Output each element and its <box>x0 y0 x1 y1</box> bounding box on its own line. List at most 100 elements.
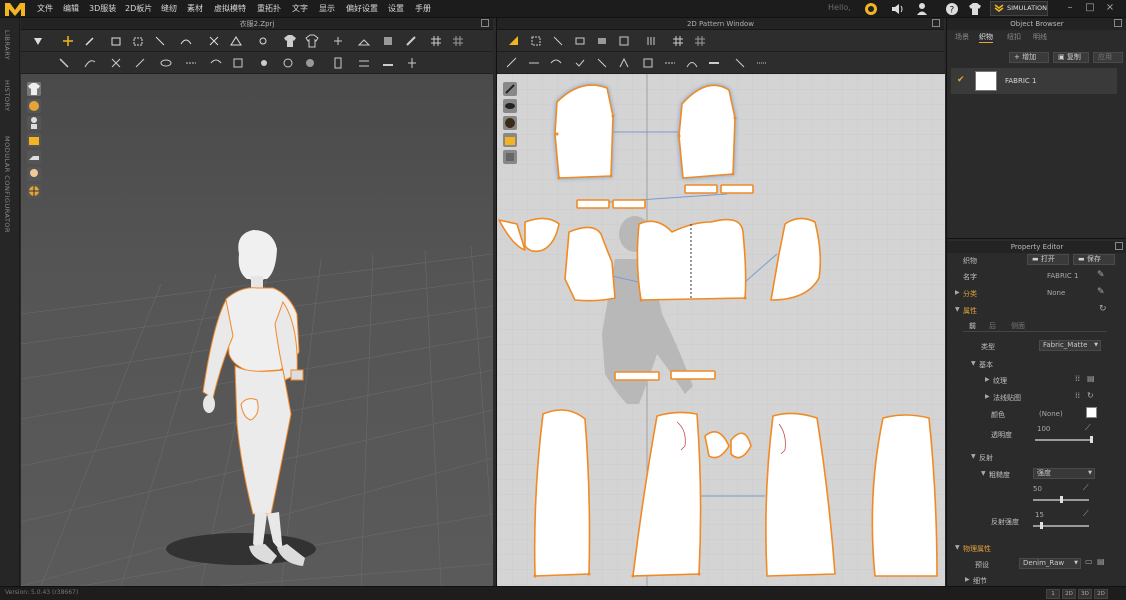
grid-2d-icon[interactable] <box>671 34 685 48</box>
tab-buttons[interactable]: 纽扣 <box>1007 32 1021 43</box>
add-fabric-button[interactable]: + 增加 <box>1009 52 1049 63</box>
align-icon[interactable] <box>405 56 419 70</box>
edit-category-icon[interactable]: ✎ <box>1097 287 1105 297</box>
type-dropdown[interactable]: Fabric_Matte ▼ <box>1039 340 1101 351</box>
copy-fabric-button[interactable]: ▣ 复制 <box>1053 52 1089 63</box>
edit-curve-icon[interactable] <box>83 56 97 70</box>
sew-2d-icon[interactable] <box>505 56 519 70</box>
tab-topstitch[interactable]: 明线 <box>1033 32 1047 43</box>
view-layout-2d-button[interactable]: 2D <box>1062 589 1076 599</box>
pattern-view-pen-icon[interactable] <box>503 82 517 96</box>
texture-delete-icon[interactable]: ▤ <box>1087 374 1095 383</box>
tab-scene[interactable]: 场景 <box>955 32 969 43</box>
app-logo-icon[interactable] <box>3 0 27 18</box>
dart-icon[interactable] <box>663 56 677 70</box>
cut-icon[interactable] <box>109 56 123 70</box>
free-sew-icon[interactable] <box>549 56 563 70</box>
expand-texture-icon[interactable]: ▶ <box>985 376 990 383</box>
expand-detail-icon[interactable]: ▶ <box>965 576 970 583</box>
normal-refresh-icon[interactable]: ↻ <box>1087 391 1094 400</box>
topstitch-2d-icon[interactable] <box>755 56 769 70</box>
view-avatar-icon[interactable] <box>27 116 41 130</box>
pattern-view-info-icon[interactable] <box>503 116 517 130</box>
menu-3d-garment[interactable]: 3D服装 <box>89 3 116 14</box>
notch-icon[interactable] <box>733 56 747 70</box>
tab-front[interactable]: 前 <box>969 321 976 331</box>
arrange-icon[interactable] <box>331 34 345 48</box>
menu-settings[interactable]: 设置 <box>388 3 404 14</box>
button-tool-icon[interactable] <box>257 56 271 70</box>
collapse-basic-icon[interactable]: ▼ <box>971 360 976 367</box>
hanger-icon[interactable] <box>357 34 371 48</box>
menu-materials[interactable]: 素材 <box>187 3 203 14</box>
texture-grid-icon[interactable]: ⁞⁞ <box>1075 374 1080 383</box>
garment-fit-icon[interactable] <box>305 34 319 48</box>
select-point-icon[interactable] <box>57 56 71 70</box>
normal-grid-icon[interactable]: ⁞⁞ <box>1075 391 1080 400</box>
offset-icon[interactable] <box>641 56 655 70</box>
name-value[interactable]: FABRIC 1 <box>1047 272 1078 280</box>
account-icon[interactable] <box>915 2 929 16</box>
simulation-mode-button[interactable]: SIMULATION <box>990 1 1048 16</box>
speaker-icon[interactable] <box>890 2 904 16</box>
fold-3d-icon[interactable] <box>229 34 243 48</box>
opacity-picker-icon[interactable]: ⟋ <box>1085 423 1091 433</box>
cut-2d-icon[interactable] <box>595 56 609 70</box>
fold-arrange-icon[interactable] <box>131 34 145 48</box>
view-globe-icon[interactable] <box>27 184 41 198</box>
pattern-view-layers-icon[interactable] <box>503 150 517 164</box>
property-editor-expand-icon[interactable] <box>1115 242 1123 250</box>
color-swatch[interactable] <box>1086 407 1097 418</box>
menu-file[interactable]: 文件 <box>37 3 53 14</box>
menu-avatar[interactable]: 虚拟模特 <box>214 3 246 14</box>
select-mesh-icon[interactable] <box>31 34 45 48</box>
tape-icon[interactable] <box>381 56 395 70</box>
topstitch-icon[interactable] <box>331 56 345 70</box>
erase-icon[interactable] <box>133 56 147 70</box>
opacity-value[interactable]: 100 <box>1037 425 1050 433</box>
view-layout-2d-alt-button[interactable]: 2D <box>1094 589 1108 599</box>
edit-name-icon[interactable]: ✎ <box>1097 270 1105 280</box>
view-skin-icon[interactable] <box>27 167 41 181</box>
zipper-icon[interactable] <box>303 56 317 70</box>
edit-pattern-icon[interactable] <box>529 34 543 48</box>
fold-2d-icon[interactable] <box>617 56 631 70</box>
pen-icon[interactable] <box>404 34 418 48</box>
edit-point-icon[interactable] <box>551 34 565 48</box>
mesh-grid-icon[interactable] <box>451 34 465 48</box>
pattern-pieces-icon[interactable] <box>231 56 245 70</box>
grid-icon[interactable] <box>429 34 443 48</box>
menu-edit[interactable]: 编辑 <box>63 3 79 14</box>
edit-texture-icon[interactable] <box>381 34 395 48</box>
pin-icon[interactable] <box>83 34 97 48</box>
rectangle-icon[interactable] <box>573 34 587 48</box>
reflect-strength-value[interactable]: 15 <box>1035 511 1044 519</box>
fold-icon[interactable] <box>109 34 123 48</box>
pattern-view-eye-icon[interactable] <box>503 99 517 113</box>
tab-side[interactable]: 侧面 <box>1011 321 1025 331</box>
shirt-icon[interactable] <box>283 34 297 48</box>
avatar-measure-icon[interactable] <box>256 34 270 48</box>
view-shirt-icon[interactable] <box>27 82 41 96</box>
mesh-2d-icon[interactable] <box>693 34 707 48</box>
object-browser-expand-icon[interactable] <box>1114 19 1122 27</box>
menu-display[interactable]: 显示 <box>319 3 335 14</box>
tack-icon[interactable] <box>207 34 221 48</box>
measure-icon[interactable] <box>153 34 167 48</box>
lasso-icon[interactable] <box>159 56 173 70</box>
user-badge-icon[interactable] <box>864 2 878 16</box>
pattern-view-folder-icon[interactable] <box>503 133 517 147</box>
internal-shape-icon[interactable] <box>617 34 631 48</box>
garment-mode-icon[interactable] <box>968 2 982 16</box>
collapse-attributes-icon[interactable]: ▼ <box>955 306 960 313</box>
reflect-strength-slider-knob[interactable] <box>1039 522 1043 529</box>
maximize-icon[interactable]: □ <box>1084 2 1096 14</box>
curve-point-icon[interactable] <box>685 56 699 70</box>
menu-2d-pattern[interactable]: 2D板片 <box>125 3 152 14</box>
expand-category-icon[interactable]: ▶ <box>955 289 960 296</box>
transform-pattern-icon[interactable] <box>507 34 521 48</box>
collapse-reflection-icon[interactable]: ▼ <box>971 453 976 460</box>
modular-configurator-tab[interactable]: MODULAR CONFIGURATOR <box>3 136 11 233</box>
buttonhole-icon[interactable] <box>281 56 295 70</box>
view-folder-icon[interactable] <box>27 133 41 147</box>
